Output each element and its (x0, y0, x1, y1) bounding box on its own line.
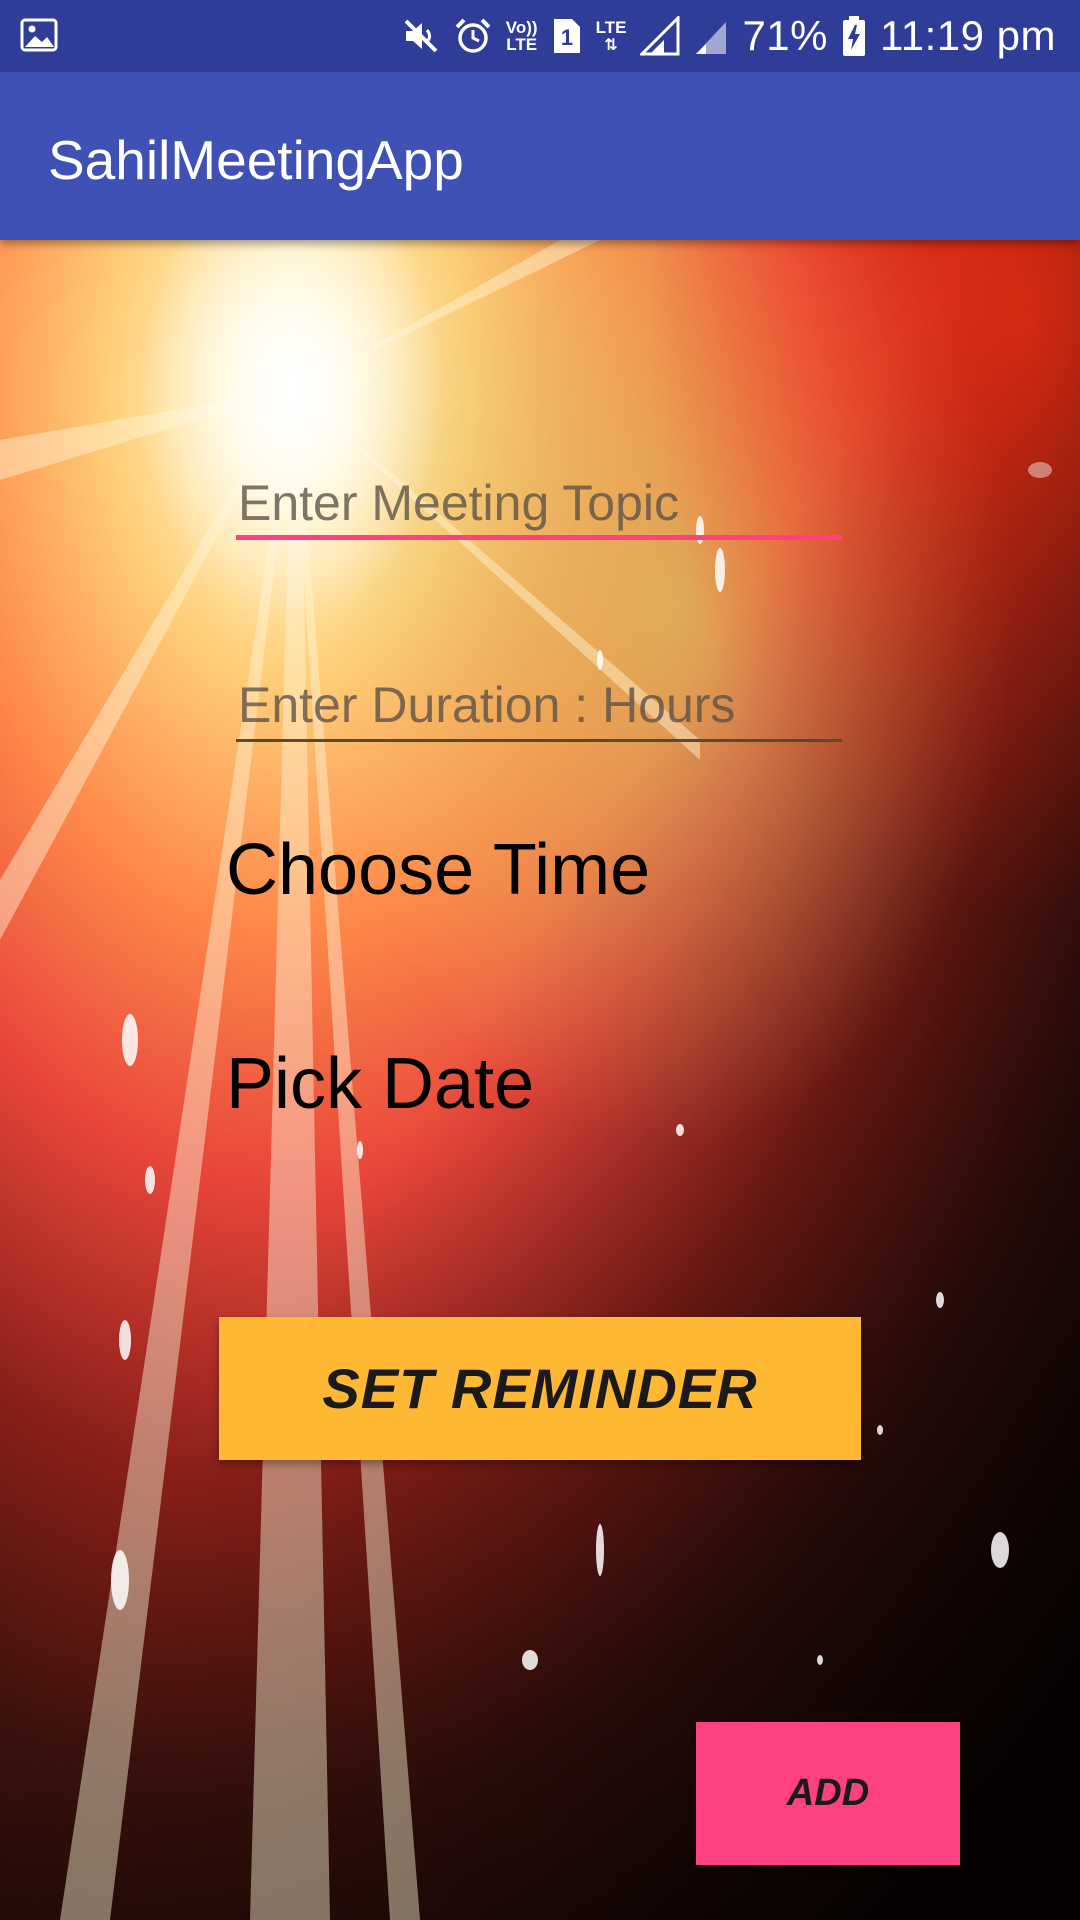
alarm-icon (454, 17, 492, 55)
choose-time-label[interactable]: Choose Time (226, 828, 650, 912)
volte-bottom-label: LTE (506, 35, 538, 54)
meeting-topic-field[interactable] (236, 468, 846, 540)
sim-slot-number: 1 (560, 25, 572, 50)
pick-date-label[interactable]: Pick Date (226, 1042, 534, 1126)
data-arrows-icon: ⇅ (604, 36, 618, 54)
signal-2-icon (694, 16, 728, 56)
app-bar: SahilMeetingApp (0, 72, 1080, 240)
meeting-topic-underline (236, 535, 842, 540)
meeting-topic-input[interactable] (236, 468, 846, 538)
duration-underline (236, 739, 842, 742)
sim-1-icon: 1 (552, 17, 582, 55)
duration-field[interactable] (236, 670, 846, 742)
duration-input[interactable] (236, 670, 846, 740)
add-button[interactable]: ADD (696, 1722, 960, 1865)
lte-label: LTE (595, 17, 627, 37)
volte-icon: Vo)) LTE (506, 19, 538, 53)
set-reminder-button[interactable]: SET REMINDER (219, 1317, 861, 1460)
clock-time: 11:19 pm (880, 12, 1056, 59)
mute-icon (402, 17, 440, 55)
battery-charging-icon (842, 15, 866, 57)
image-notification-icon (20, 18, 58, 52)
signal-icon (640, 16, 680, 56)
app-screen: Vo)) LTE 1 LTE ⇅ 71% 11:19 pm SahilMeeti… (0, 0, 1080, 1920)
lte-data-icon: LTE ⇅ (596, 19, 627, 54)
status-bar: Vo)) LTE 1 LTE ⇅ 71% 11:19 pm (0, 0, 1080, 72)
battery-percentage: 71% (742, 12, 828, 59)
status-icons: Vo)) LTE 1 LTE ⇅ 71% 11:19 pm (402, 0, 1056, 72)
app-title: SahilMeetingApp (48, 129, 464, 191)
